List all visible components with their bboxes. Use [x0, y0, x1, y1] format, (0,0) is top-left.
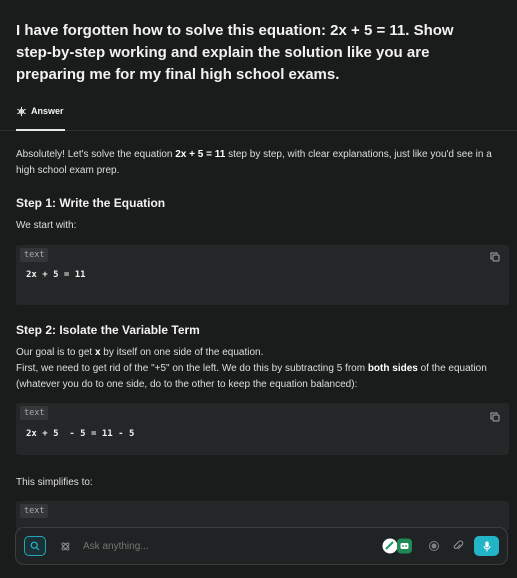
simplifies-text: This simplifies to:	[16, 477, 93, 488]
step2-text: Our goal is to get	[16, 347, 95, 358]
globe-icon[interactable]	[428, 540, 440, 552]
search-icon	[30, 541, 40, 551]
code-lang-label: text	[20, 406, 49, 420]
copy-icon[interactable]	[490, 412, 500, 422]
answer-tabbar: Answer	[0, 100, 517, 131]
code-line: 2x + 5 - 5 = 11 - 5	[26, 429, 135, 439]
code-block-2: text 2x + 5 - 5 = 11 - 5	[16, 403, 509, 455]
code-lang-label: text	[20, 504, 49, 518]
microphone-icon	[483, 541, 490, 551]
voice-input-button[interactable]	[474, 536, 499, 556]
model-selector[interactable]	[382, 538, 413, 554]
paperclip-icon[interactable]	[452, 540, 464, 552]
step2-both-sides: both sides	[367, 363, 418, 374]
step2-text-2: First, we need to get rid of the "+5" on…	[16, 363, 368, 374]
step1-heading: Step 1: Write the Equation	[16, 196, 166, 210]
step1-text: We start with:	[16, 220, 77, 231]
code-lang-label: text	[20, 248, 49, 262]
step2-heading: Step 2: Isolate the Variable Term	[16, 323, 200, 337]
copy-icon[interactable]	[490, 252, 500, 262]
tab-answer[interactable]: Answer	[16, 100, 65, 131]
code-line: 2x + 5 = 11	[26, 270, 86, 280]
model-icons	[382, 538, 412, 554]
step2-text-end: by itself on one side of the equation.	[100, 347, 264, 358]
ask-input-bar	[15, 527, 508, 565]
tab-answer-label: Answer	[31, 106, 64, 116]
step2-paragraph: Our goal is to get x by itself on one si…	[16, 345, 504, 393]
atom-icon	[61, 542, 69, 550]
intro-equation: 2x + 5 = 11	[175, 149, 226, 160]
answer-icon	[17, 106, 26, 117]
reasoning-mode-button[interactable]	[54, 536, 76, 556]
code-block-1: text 2x + 5 = 11	[16, 245, 509, 305]
intro-text: Absolutely! Let's solve the equation	[16, 149, 176, 160]
search-mode-button[interactable]	[24, 536, 46, 556]
ask-input[interactable]	[83, 538, 363, 554]
intro-paragraph: Absolutely! Let's solve the equation 2x …	[16, 147, 504, 179]
question-heading: I have forgotten how to solve this equat…	[16, 22, 454, 83]
